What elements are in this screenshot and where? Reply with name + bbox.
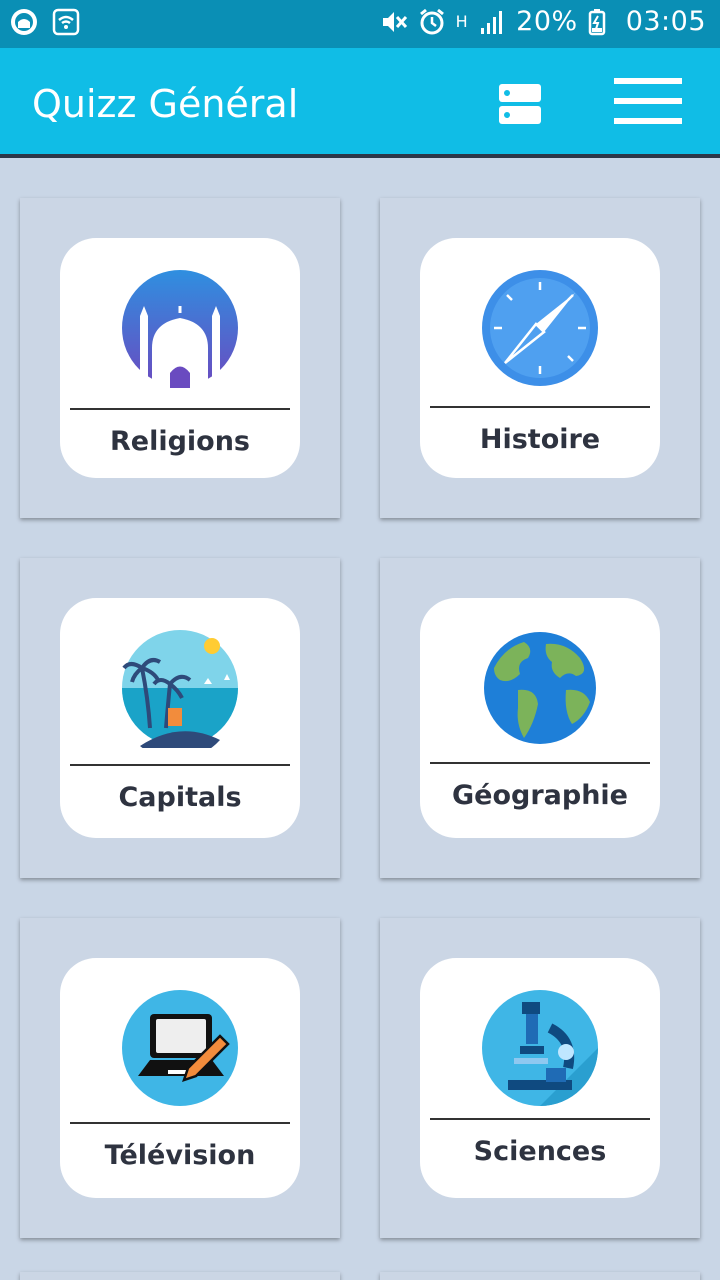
category-tile-capitals[interactable]: Capitals [20,558,340,878]
globe-icon [484,632,596,744]
divider [70,1122,290,1124]
category-label: Sciences [473,1136,607,1167]
category-grid: Religions Histoire Capitals Géographie T… [0,160,720,1280]
battery-level: 20% [516,6,578,37]
menu-icon [614,78,682,84]
divider [70,764,290,766]
laptop-icon [122,990,238,1106]
category-label: Capitals [118,782,242,813]
network-type: H [455,12,469,31]
category-tile-histoire[interactable]: Histoire [380,198,700,518]
mosque-icon [122,270,238,388]
category-tile-sciences[interactable]: Sciences [380,918,700,1238]
microscope-icon [482,990,598,1106]
category-label: Histoire [479,424,601,455]
clock: 03:05 [625,6,706,37]
alarm-icon [418,8,446,36]
category-tile-partial[interactable] [380,1272,700,1280]
beach-icon [122,630,238,748]
category-tile-religions[interactable]: Religions [20,198,340,518]
category-tile-television[interactable]: Télévision [20,918,340,1238]
compass-icon [482,270,598,386]
category-label: Télévision [104,1140,256,1171]
category-card[interactable]: Histoire [420,238,660,478]
category-tile-geographie[interactable]: Géographie [380,558,700,878]
mute-icon [380,8,408,36]
category-tile-partial[interactable] [20,1272,340,1280]
battery-icon [588,8,616,36]
category-card[interactable]: Sciences [420,958,660,1198]
divider [430,762,650,764]
divider [70,408,290,410]
divider [430,1118,650,1120]
list-view-button[interactable] [497,82,543,126]
list-icon [499,84,541,124]
wifi-icon [52,8,80,36]
category-label: Géographie [451,780,628,811]
menu-button[interactable] [614,78,682,128]
app-icon [10,8,38,36]
category-card[interactable]: Religions [60,238,300,478]
category-card[interactable]: Capitals [60,598,300,838]
app-title: Quizz Général [32,82,299,126]
category-card[interactable]: Géographie [420,598,660,838]
status-bar: H 20% 03:05 [0,0,720,48]
divider [430,406,650,408]
app-bar: Quizz Général [0,48,720,158]
category-card[interactable]: Télévision [60,958,300,1198]
category-label: Religions [109,426,251,457]
signal-icon [478,8,506,36]
